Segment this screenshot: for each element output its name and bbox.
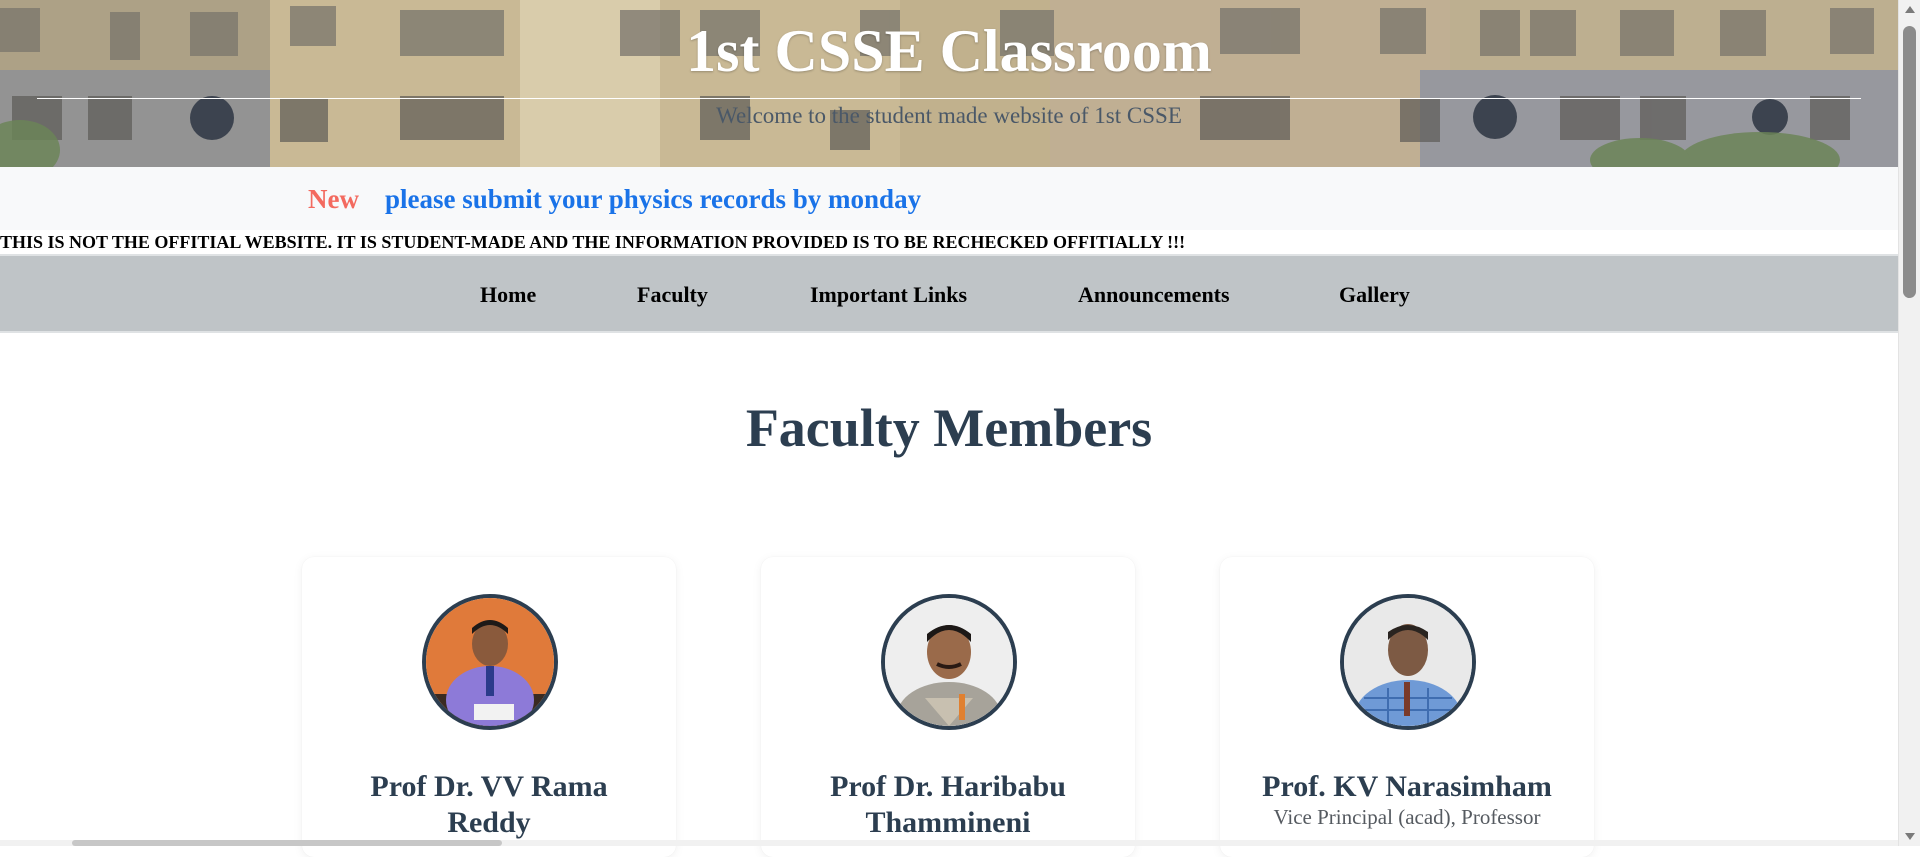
title-divider [37,98,1861,99]
faculty-card: Prof Dr. VV Rama Reddy [302,557,676,857]
nav-gallery[interactable]: Gallery [1339,283,1410,307]
nav-home[interactable]: Home [480,283,536,307]
site-banner: 1st CSSE Classroom Welcome to the studen… [0,0,1898,167]
vertical-scrollbar[interactable] [1898,0,1920,846]
faculty-name: Prof Dr. VV Rama Reddy [370,770,608,839]
horizontal-scrollbar[interactable] [0,840,1898,846]
scroll-up-arrow-icon[interactable] [1905,6,1915,13]
scroll-down-arrow-icon[interactable] [1905,833,1915,840]
faculty-card: Prof Dr. Haribabu Thammineni [761,557,1135,857]
main-navbar: Home Faculty Important Links Announcemen… [0,254,1898,333]
faculty-name: Prof. KV Narasimham [1262,770,1552,803]
faculty-photo [1340,594,1476,730]
site-subtitle: Welcome to the student made website of 1… [716,103,1182,128]
faculty-photo [881,594,1017,730]
announcement-ticker: New please submit your physics records b… [0,167,1898,230]
site-title: 1st CSSE Classroom [686,18,1212,84]
ticker-message[interactable]: please submit your physics records by mo… [385,183,921,215]
section-title: Faculty Members [745,398,1153,458]
nav-important-links[interactable]: Important Links [810,283,967,307]
new-badge: New [308,184,359,214]
scrollbar-thumb[interactable] [1903,26,1916,298]
faculty-photo [422,594,558,730]
faculty-role: Vice Principal (acad), Professor [1273,805,1541,829]
faculty-card: Prof. KV Narasimham Vice Principal (acad… [1220,557,1594,857]
faculty-name: Prof Dr. Haribabu Thammineni [830,770,1066,839]
nav-announcements[interactable]: Announcements [1078,283,1230,307]
horizontal-scrollbar-thumb[interactable] [72,840,502,846]
disclaimer-text: THIS IS NOT THE OFFITIAL WEBSITE. IT IS … [0,232,1186,252]
nav-faculty[interactable]: Faculty [637,283,708,307]
